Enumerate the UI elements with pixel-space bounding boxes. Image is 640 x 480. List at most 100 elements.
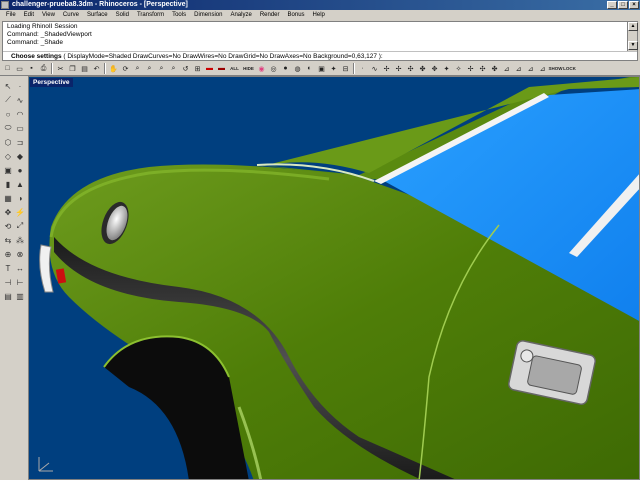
menu-surface[interactable]: Surface [83,10,112,20]
cone-icon[interactable]: ▲ [14,178,26,190]
lock-button[interactable]: LOCK [563,63,576,74]
car-icon-2[interactable]: ▬ [216,63,227,74]
polyline-icon[interactable]: ⟋ [2,94,14,106]
history-scrollbar[interactable]: ▲ ▼ [627,22,638,52]
ellipse-icon[interactable]: ⬭ [2,122,14,134]
maximize-button[interactable]: □ [618,1,628,9]
shaded-icon[interactable]: ● [280,63,291,74]
cplane-icon[interactable]: ⊿ [501,63,512,74]
array-icon[interactable]: ⁂ [14,234,26,246]
undo-view-icon[interactable]: ↺ [180,63,191,74]
menu-render[interactable]: Render [256,10,284,20]
snap-int-icon[interactable]: ✥ [429,63,440,74]
close-button[interactable]: × [629,1,639,9]
perspective-viewport[interactable]: Perspective [28,76,640,480]
new-file-icon[interactable]: □ [2,63,13,74]
trim-icon[interactable]: ⊣ [2,276,14,288]
save-icon[interactable]: ▪ [26,63,37,74]
curve-icon[interactable]: ∿ [14,94,26,106]
light-icon[interactable]: ✦ [328,63,339,74]
zoom-selected-icon[interactable]: ⌕ [168,63,179,74]
point-tool-icon[interactable]: · [14,80,26,92]
menu-curve[interactable]: Curve [59,10,83,20]
zoom-extents-icon[interactable]: ⌕ [156,63,167,74]
snap-mid-icon[interactable]: ✣ [405,63,416,74]
cplane-object-icon[interactable]: ⊿ [525,63,536,74]
menu-transform[interactable]: Transform [133,10,168,20]
cplane-view-icon[interactable]: ⊿ [537,63,548,74]
undo-icon[interactable]: ↶ [91,63,102,74]
dimension-icon[interactable]: ↔ [14,262,26,274]
prompt-options[interactable]: ( DisplayMode=Shaded DrawCurves=No DrawW… [63,53,382,60]
rendered-icon[interactable]: ◍ [292,63,303,74]
color-wheel-icon[interactable]: ◉ [256,63,267,74]
snap-near-icon[interactable]: ✤ [489,63,500,74]
offset-icon[interactable]: ⊐ [14,136,26,148]
minimize-button[interactable]: _ [607,1,617,9]
wireframe-icon[interactable]: ◎ [268,63,279,74]
circle-icon[interactable]: ○ [2,108,14,120]
snap-perp-icon[interactable]: ✦ [441,63,452,74]
hide-button[interactable]: HIDE [242,63,255,74]
snap-icon[interactable]: ✢ [381,63,392,74]
scroll-up-arrow-icon[interactable]: ▲ [628,22,638,31]
snap-end-icon[interactable]: ✢ [393,63,404,74]
join-icon[interactable]: ⊕ [2,248,14,260]
cylinder-icon[interactable]: ▮ [2,178,14,190]
car-icon[interactable]: ▬ [204,63,215,74]
cplane-world-icon[interactable]: ⊿ [513,63,524,74]
surface-icon[interactable]: ◇ [2,150,14,162]
select-arrow-icon[interactable]: ↖ [2,80,14,92]
menu-edit[interactable]: Edit [20,10,38,20]
menu-analyze[interactable]: Analyze [226,10,255,20]
zoom-dynamic-icon[interactable]: ⌕ [132,63,143,74]
viewport-title[interactable]: Perspective [30,78,73,87]
pan-icon[interactable]: ✋ [108,63,119,74]
curve-tool-icon[interactable]: ∿ [369,63,380,74]
paste-icon[interactable]: ▤ [79,63,90,74]
move-icon[interactable]: ✥ [2,206,14,218]
cut-icon[interactable]: ✂ [55,63,66,74]
menu-bonus[interactable]: Bonus [284,10,309,20]
solid-icon[interactable]: ◆ [14,150,26,162]
point-icon[interactable]: · [357,63,368,74]
rotate-view-icon[interactable]: ⟳ [120,63,131,74]
rectangle-icon[interactable]: ▭ [14,122,26,134]
sphere-icon[interactable]: ● [14,164,26,176]
box-icon[interactable]: ▣ [2,164,14,176]
snap-knot-icon[interactable]: ✣ [477,63,488,74]
menu-tools[interactable]: Tools [168,10,190,20]
split-icon[interactable]: ⊢ [14,276,26,288]
rotate-icon[interactable]: ⟲ [2,220,14,232]
polygon-icon[interactable]: ⬡ [2,136,14,148]
menu-file[interactable]: File [2,10,20,20]
layer-icon[interactable]: ▤ [2,290,14,302]
menu-solid[interactable]: Solid [112,10,133,20]
boolean-icon[interactable]: ◑ [14,192,26,204]
select-all-button[interactable]: ALL [228,63,241,74]
scale-icon[interactable]: ⤢ [14,220,26,232]
arc-icon[interactable]: ◠ [14,108,26,120]
rhino-app-icon[interactable] [1,1,9,9]
scroll-down-arrow-icon[interactable]: ▼ [628,41,638,50]
menu-help[interactable]: Help [309,10,329,20]
explode-icon[interactable]: ⊗ [14,248,26,260]
mirror-icon[interactable]: ⇆ [2,234,14,246]
snap-center-icon[interactable]: ✤ [417,63,428,74]
print-icon[interactable]: ⎙ [38,63,49,74]
copy-icon[interactable]: ❐ [67,63,78,74]
open-file-icon[interactable]: ▭ [14,63,25,74]
copy-object-icon[interactable]: ⚡ [14,206,26,218]
grid-icon[interactable]: ⊟ [340,63,351,74]
show-button[interactable]: SHOW [549,63,563,74]
snap-tan-icon[interactable]: ✧ [453,63,464,74]
render-icon[interactable]: ◐ [304,63,315,74]
menu-view[interactable]: View [38,10,59,20]
snap-quad-icon[interactable]: ✢ [465,63,476,74]
menu-dimension[interactable]: Dimension [190,10,226,20]
zoom-window-icon[interactable]: ⌕ [144,63,155,74]
mesh-icon[interactable]: ▦ [2,192,14,204]
properties-icon[interactable]: ▥ [14,290,26,302]
four-viewports-icon[interactable]: ⊞ [192,63,203,74]
text-icon[interactable]: T [2,262,14,274]
